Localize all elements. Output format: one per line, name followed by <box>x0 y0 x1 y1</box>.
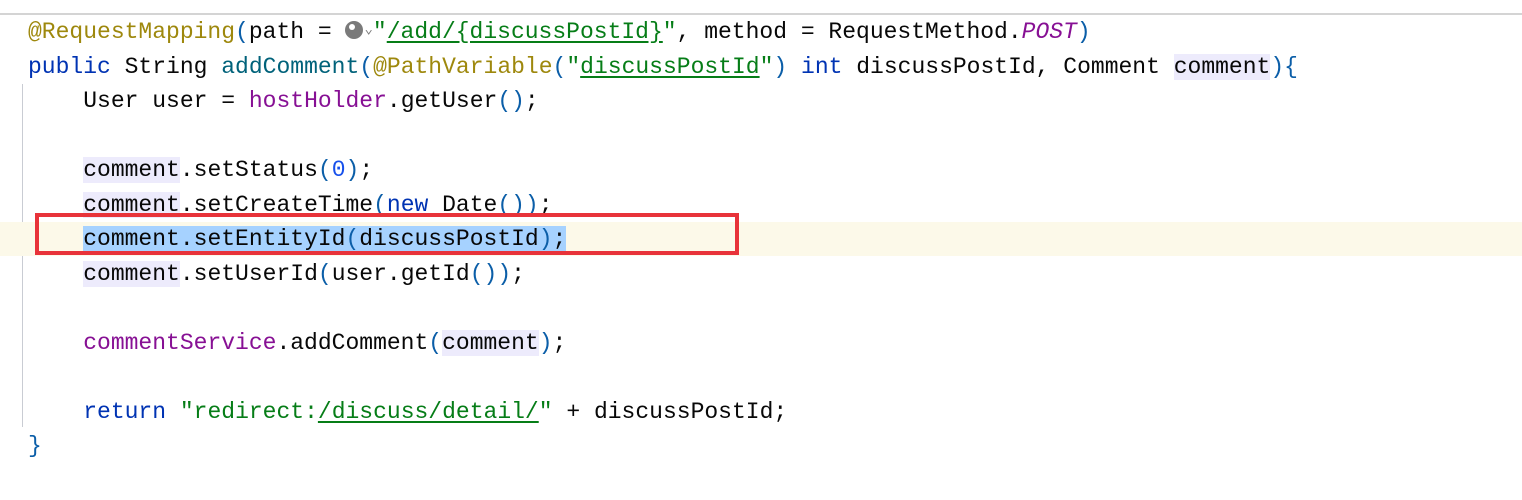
code-line-7-selected[interactable]: comment.setEntityId(discussPostId); <box>28 222 567 256</box>
code-line-13[interactable]: } <box>28 429 42 463</box>
redirect-path-link[interactable]: /discuss/detail/ <box>318 399 539 425</box>
code-line-8[interactable]: comment.setUserId(user.getId()); <box>28 257 525 291</box>
code-line-10[interactable]: commentService.addComment(comment); <box>28 326 566 360</box>
selection: comment.setEntityId(discussPostId); <box>83 226 567 252</box>
param-comment: comment <box>1173 54 1271 80</box>
annotation-request-mapping: @RequestMapping <box>28 19 236 46</box>
code-line-3[interactable]: User user = hostHolder.getUser(); <box>28 84 539 118</box>
code-line-12[interactable]: return "redirect:/discuss/detail/" + dis… <box>28 395 787 429</box>
code-line-2[interactable]: public String addComment(@PathVariable("… <box>28 50 1298 84</box>
constant-post: POST <box>1021 19 1077 46</box>
method-name: addComment <box>221 54 360 80</box>
chevron-down-icon[interactable]: ⌄ <box>364 22 372 38</box>
globe-icon[interactable] <box>345 21 364 39</box>
code-line-1[interactable]: @RequestMapping(path = ⌄"/add/{discussPo… <box>28 15 1091 49</box>
code-line-6[interactable]: comment.setCreateTime(new Date()); <box>28 188 553 222</box>
code-line-5[interactable]: comment.setStatus(0); <box>28 153 373 187</box>
url-path-link[interactable]: /add/{discussPostId} <box>387 19 663 45</box>
path-variable-link[interactable]: discussPostId <box>580 54 759 80</box>
